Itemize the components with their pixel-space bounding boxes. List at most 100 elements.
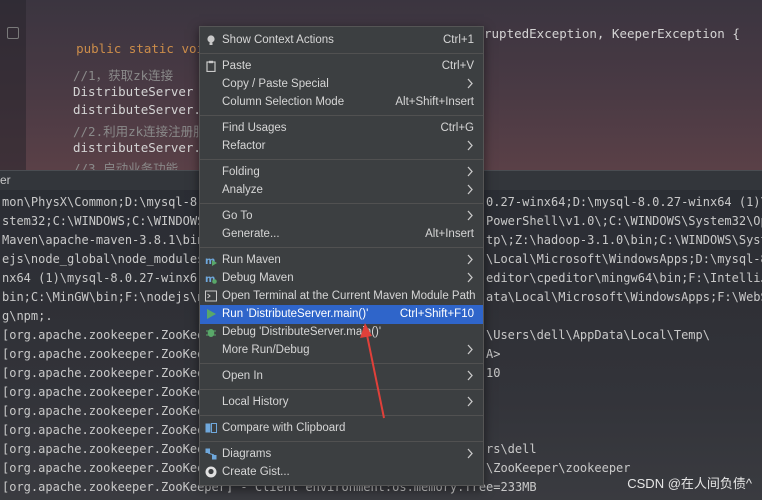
console-line: [org.apache.zookeeper.ZooKee	[2, 385, 205, 399]
chevron-right-icon	[467, 370, 473, 381]
menu-item-analyze[interactable]: Analyze	[200, 181, 483, 200]
menu-item-find-usages[interactable]: Find Usages Ctrl+G	[200, 119, 483, 138]
console-line-right: editor\cpeditor\mingw64\bin;F:\IntelliJ …	[486, 271, 762, 285]
menu-separator	[200, 363, 483, 364]
menu-item-shortcut: Ctrl+G	[440, 122, 474, 134]
menu-item-open-terminal-at-the-current-maven-module-path[interactable]: Open Terminal at the Current Maven Modul…	[200, 287, 483, 306]
console-line: nx64 (1)\mysql-8.0.27-winx6	[2, 271, 198, 285]
menu-item-label: Refactor	[222, 140, 266, 152]
run-icon	[205, 308, 217, 320]
menu-item-create-gist[interactable]: Create Gist...	[200, 463, 483, 482]
console-line: [org.apache.zookeeper.ZooKee	[2, 328, 205, 342]
github-icon	[205, 466, 217, 478]
console-line: [org.apache.zookeeper.ZooKee	[2, 347, 205, 361]
code-line-3: distributeServer.g	[73, 102, 209, 117]
code-line-4: //2.利用zk连接注册服	[73, 124, 206, 139]
menu-item-label: Go To	[222, 210, 253, 222]
chevron-right-icon	[467, 184, 473, 195]
chevron-right-icon	[467, 210, 473, 221]
menu-item-label: Column Selection Mode	[222, 96, 345, 108]
menu-item-label: Diagrams	[222, 448, 272, 460]
menu-item-label: Debug 'DistributeServer.main()'	[222, 326, 382, 338]
menu-item-generate[interactable]: Generate... Alt+Insert	[200, 225, 483, 244]
menu-item-label: More Run/Debug	[222, 344, 310, 356]
chevron-right-icon	[467, 166, 473, 177]
diagram-icon	[205, 448, 217, 460]
menu-item-label: Debug Maven	[222, 272, 294, 284]
menu-item-shortcut: Ctrl+V	[441, 60, 474, 72]
menu-item-go-to[interactable]: Go To	[200, 207, 483, 226]
console-line: [org.apache.zookeeper.ZooKee	[2, 461, 205, 475]
menu-item-label: Run 'DistributeServer.main()'	[222, 308, 369, 320]
console-line: stem32;C:\WINDOWS;C:\WINDOWS	[2, 214, 205, 228]
bulb-icon	[205, 34, 217, 46]
menu-item-label: Create Gist...	[222, 466, 290, 478]
console-line: [org.apache.zookeeper.ZooKee	[2, 423, 205, 437]
chevron-right-icon	[467, 140, 473, 151]
console-line-right: PowerShell\v1.0\;C:\WINDOWS\System32\Ope	[486, 214, 762, 228]
menu-item-label: Analyze	[222, 184, 263, 196]
console-line-right: tp\;Z:\hadoop-3.1.0\bin;C:\WINDOWS\Syste	[486, 233, 762, 247]
console-line-right: 0.27-winx64;D:\mysql-8.0.27-winx64 (1)\	[486, 195, 762, 209]
menu-item-label: Open Terminal at the Current Maven Modul…	[222, 290, 476, 302]
menu-item-open-in[interactable]: Open In	[200, 367, 483, 386]
menu-item-local-history[interactable]: Local History	[200, 393, 483, 412]
menu-item-debug-distributeserver-main[interactable]: Debug 'DistributeServer.main()'	[200, 323, 483, 342]
menu-item-label: Copy / Paste Special	[222, 78, 329, 90]
menu-item-shortcut: Alt+Insert	[425, 228, 474, 240]
console-line-right: A>	[486, 347, 501, 361]
menu-item-show-context-actions[interactable]: Show Context Actions Ctrl+1	[200, 31, 483, 50]
bookmark-icon	[7, 27, 19, 39]
console-line: mon\PhysX\Common;D:\mysql-8.0	[2, 195, 212, 209]
menu-item-shortcut: Ctrl+Shift+F10	[399, 308, 474, 320]
console-line: ejs\node_global\node_modules	[2, 252, 205, 266]
menu-item-debug-maven[interactable]: m Debug Maven	[200, 269, 483, 288]
menu-item-more-run-debug[interactable]: More Run/Debug	[200, 341, 483, 360]
menu-item-copy-paste-special[interactable]: Copy / Paste Special	[200, 75, 483, 94]
menu-item-diagrams[interactable]: Diagrams	[200, 445, 483, 464]
menu-separator	[200, 203, 483, 204]
menu-item-label: Open In	[222, 370, 263, 382]
code-line-5: distributeServer.r	[73, 140, 209, 155]
editor-gutter	[0, 0, 26, 170]
console-line: g\npm;.	[2, 309, 53, 323]
context-menu[interactable]: Show Context Actions Ctrl+1 Paste Ctrl+V Cop…	[199, 26, 484, 486]
menu-separator	[200, 389, 483, 390]
menu-separator	[200, 115, 483, 116]
chevron-right-icon	[467, 344, 473, 355]
menu-item-shortcut: Ctrl+1	[443, 34, 474, 46]
console-tab[interactable]: er	[0, 173, 11, 187]
code-line-6: //3.启动业务功能	[73, 161, 179, 170]
chevron-right-icon	[467, 396, 473, 407]
console-line: Maven\apache-maven-3.8.1\bin	[2, 233, 205, 247]
menu-item-paste[interactable]: Paste Ctrl+V	[200, 57, 483, 76]
chevron-right-icon	[467, 448, 473, 459]
console-line-right: 10	[486, 366, 501, 380]
menu-separator	[200, 159, 483, 160]
console-line: [org.apache.zookeeper.ZooKee	[2, 442, 205, 456]
menu-item-refactor[interactable]: Refactor	[200, 137, 483, 156]
console-line-right: \Local\Microsoft\WindowsApps;D:\mysql-8.	[486, 252, 762, 266]
menu-item-run-distributeserver-main[interactable]: Run 'DistributeServer.main()' Ctrl+Shift+…	[200, 305, 483, 324]
console-line-right: ata\Local\Microsoft\WindowsApps;F:\WebSt	[486, 290, 762, 304]
menu-item-label: Local History	[222, 396, 289, 408]
menu-item-label: Paste	[222, 60, 252, 72]
terminal-icon	[205, 290, 217, 302]
maven-debug-icon: m	[205, 272, 217, 285]
maven-run-icon: m	[205, 254, 217, 267]
watermark: CSDN @在人间负债^	[627, 476, 752, 491]
menu-item-column-selection-mode[interactable]: Column Selection Mode Alt+Shift+Insert	[200, 93, 483, 112]
menu-item-run-maven[interactable]: m Run Maven	[200, 251, 483, 270]
menu-separator	[200, 53, 483, 54]
console-line-right: \Users\dell\AppData\Local\Temp\	[486, 328, 710, 342]
menu-item-folding[interactable]: Folding	[200, 163, 483, 182]
console-line-right: rs\dell	[486, 442, 537, 456]
menu-item-compare-with-clipboard[interactable]: Compare with Clipboard	[200, 419, 483, 438]
menu-item-label: Folding	[222, 166, 260, 178]
menu-separator	[200, 247, 483, 248]
console-line: bin;C:\MinGW\bin;F:\nodejs\n	[2, 290, 205, 304]
menu-item-label: Show Context Actions	[222, 34, 334, 46]
menu-item-label: Find Usages	[222, 122, 287, 134]
chevron-right-icon	[467, 254, 473, 265]
chevron-right-icon	[467, 272, 473, 283]
